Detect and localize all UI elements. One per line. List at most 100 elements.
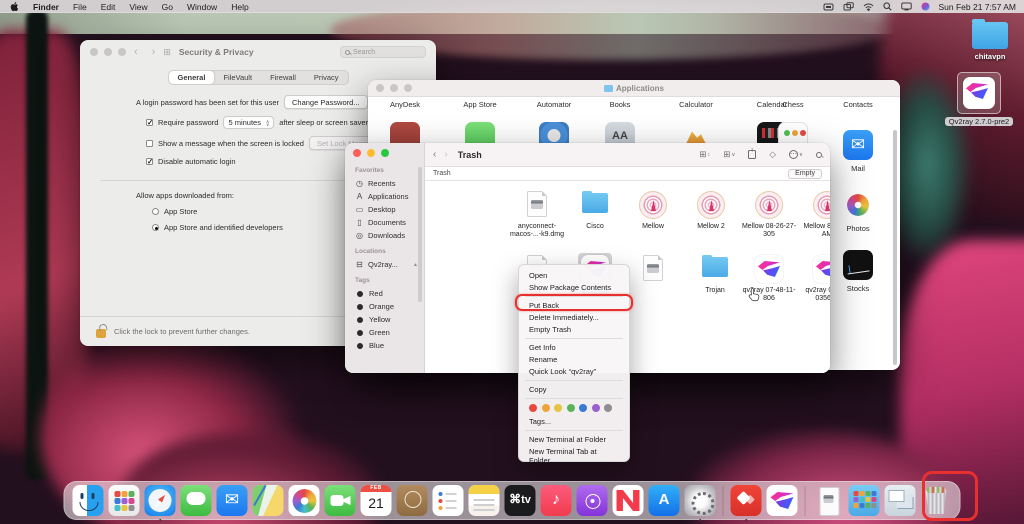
app-label-books[interactable]: Books [610, 100, 631, 109]
menu-item-put-back[interactable]: Put Back [519, 299, 629, 311]
dock-calendar-icon[interactable]: FEB21 [361, 485, 392, 516]
dock-downloads-folder-icon[interactable] [885, 485, 916, 516]
search-field[interactable]: Search [340, 46, 426, 58]
dock-safari-icon[interactable] [145, 485, 176, 516]
view-options-icon[interactable]: ⊞↕ [699, 149, 710, 160]
dock-applications-folder-icon[interactable] [849, 485, 880, 516]
menu-item-new-terminal-tab[interactable]: New Terminal Tab at Folder [519, 445, 629, 457]
dock-messages-icon[interactable] [181, 485, 212, 516]
sidebar-item-qv2ray-volume[interactable]: ⊟Qv2ray...▲ [353, 258, 424, 271]
menu-finder[interactable]: Finder [26, 2, 66, 12]
keyboard-brightness-icon[interactable] [823, 3, 834, 11]
app-store-identified-radio[interactable] [152, 224, 159, 231]
dock-notes-icon[interactable] [469, 485, 500, 516]
desktop-icon-qv2ray[interactable]: Qv2ray 2.7.0-pre2 [943, 72, 1015, 126]
file-mellow-2[interactable]: Mellow 2 [682, 189, 740, 231]
lock-message-checkbox[interactable] [146, 140, 153, 147]
dock-anydesk-icon[interactable] [731, 485, 762, 516]
show-all-icon[interactable]: ⊞ [163, 47, 171, 58]
spotlight-icon[interactable] [883, 2, 892, 11]
interval-dropdown[interactable]: 5 minutes∧∨ [223, 116, 274, 129]
tab-firewall[interactable]: Firewall [261, 71, 305, 84]
sidebar-tag-blue[interactable]: Blue [353, 339, 424, 352]
menu-item-open[interactable]: Open [519, 269, 629, 281]
group-by-icon[interactable]: ⊞∨ [723, 149, 735, 160]
window-controls[interactable] [353, 149, 424, 157]
app-icon-photos[interactable] [843, 190, 873, 220]
menu-item-copy[interactable]: Copy [519, 383, 629, 395]
disable-auto-login-checkbox[interactable] [146, 158, 153, 165]
empty-trash-button[interactable]: Empty [788, 169, 822, 179]
sidebar-item-documents[interactable]: ▯Documents [353, 216, 424, 229]
sidebar-tag-red[interactable]: Red [353, 287, 424, 300]
dock-mail-icon[interactable]: ✉ [217, 485, 248, 516]
app-label-mail[interactable]: Mail [851, 164, 865, 173]
sidebar-tag-yellow[interactable]: Yellow [353, 313, 424, 326]
share-icon[interactable] [748, 150, 756, 159]
dock-reminders-icon[interactable] [433, 485, 464, 516]
tag-red[interactable] [529, 404, 537, 412]
menu-item-new-terminal[interactable]: New Terminal at Folder [519, 433, 629, 445]
dock-contacts-icon[interactable] [397, 485, 428, 516]
dock-system-preferences-icon[interactable] [685, 485, 716, 516]
sidebar-tag-orange[interactable]: Orange [353, 300, 424, 313]
menu-item-rename[interactable]: Rename [519, 353, 629, 365]
menu-item-quick-look[interactable]: Quick Look “qv2ray” [519, 365, 629, 377]
sidebar-item-downloads[interactable]: ◎Downloads [353, 229, 424, 242]
sidebar-item-recents[interactable]: ◷Recents [353, 177, 424, 190]
menu-edit[interactable]: Edit [94, 2, 123, 12]
file-qv2ray-3[interactable]: qv2ray 07-50-035692 [798, 253, 830, 303]
app-label-calculator[interactable]: Calculator [679, 100, 713, 109]
menu-item-tags[interactable]: Tags... [519, 415, 629, 427]
tag-gray[interactable] [604, 404, 612, 412]
forward-button[interactable]: › [152, 46, 156, 58]
dock-dmg-file-icon[interactable] [813, 485, 844, 516]
app-icon-mail[interactable] [843, 130, 873, 160]
tag-orange[interactable] [542, 404, 550, 412]
app-label-anydesk[interactable]: AnyDesk [390, 100, 420, 109]
file-hidden-dmg[interactable] [624, 253, 682, 285]
sidebar-scrollbar[interactable] [418, 167, 422, 302]
dock-music-icon[interactable]: ♪ [541, 485, 572, 516]
menu-window[interactable]: Window [180, 2, 224, 12]
wifi-icon[interactable] [863, 3, 874, 11]
search-icon[interactable] [816, 152, 822, 158]
dock-appstore-icon[interactable]: A [649, 485, 680, 516]
dock-maps-icon[interactable] [253, 485, 284, 516]
dock-photos-icon[interactable] [289, 485, 320, 516]
tag-yellow[interactable] [554, 404, 562, 412]
app-icon-stocks[interactable] [843, 250, 873, 280]
app-store-radio[interactable] [152, 208, 159, 215]
file-cisco-folder[interactable]: Cisco [566, 189, 624, 231]
dock-podcasts-icon[interactable] [577, 485, 608, 516]
scrollbar[interactable] [893, 130, 897, 365]
file-trojan-folder[interactable]: Trojan [686, 253, 744, 295]
tab-privacy[interactable]: Privacy [305, 71, 348, 84]
menu-item-empty-trash[interactable]: Empty Trash [519, 323, 629, 335]
display-icon[interactable] [901, 2, 912, 11]
file-mellow[interactable]: Mellow [624, 189, 682, 231]
dock-qv2ray-icon[interactable] [767, 485, 798, 516]
dock-finder-icon[interactable] [73, 485, 104, 516]
menu-item-show-package-contents[interactable]: Show Package Contents [519, 281, 629, 293]
menu-file[interactable]: File [66, 2, 94, 12]
back-button[interactable]: ‹ [134, 46, 144, 58]
menu-item-delete-immediately[interactable]: Delete Immediately... [519, 311, 629, 323]
tab-general[interactable]: General [169, 71, 215, 84]
change-password-button[interactable]: Change Password... [284, 95, 368, 109]
app-label-appstore[interactable]: App Store [463, 100, 496, 109]
file-anyconnect-dmg[interactable]: anyconnect-macos-...-k9.dmg [508, 189, 566, 239]
sidebar-item-applications[interactable]: AApplications [353, 190, 424, 203]
menu-help[interactable]: Help [224, 2, 255, 12]
forward-button[interactable]: › [444, 149, 447, 160]
file-mellow-3[interactable]: Mellow 08-26-27-305 [740, 189, 798, 239]
sidebar-item-desktop[interactable]: ▭Desktop [353, 203, 424, 216]
menu-go[interactable]: Go [155, 2, 180, 12]
sidebar-tag-green[interactable]: Green [353, 326, 424, 339]
app-label-automator[interactable]: Automator [537, 100, 572, 109]
menu-item-get-info[interactable]: Get Info [519, 341, 629, 353]
require-password-checkbox[interactable] [146, 119, 153, 126]
dock-tv-icon[interactable]: ⌘tv [505, 485, 536, 516]
menu-view[interactable]: View [122, 2, 154, 12]
desktop-icon-chitavpn[interactable]: chitavpn [954, 22, 1024, 61]
